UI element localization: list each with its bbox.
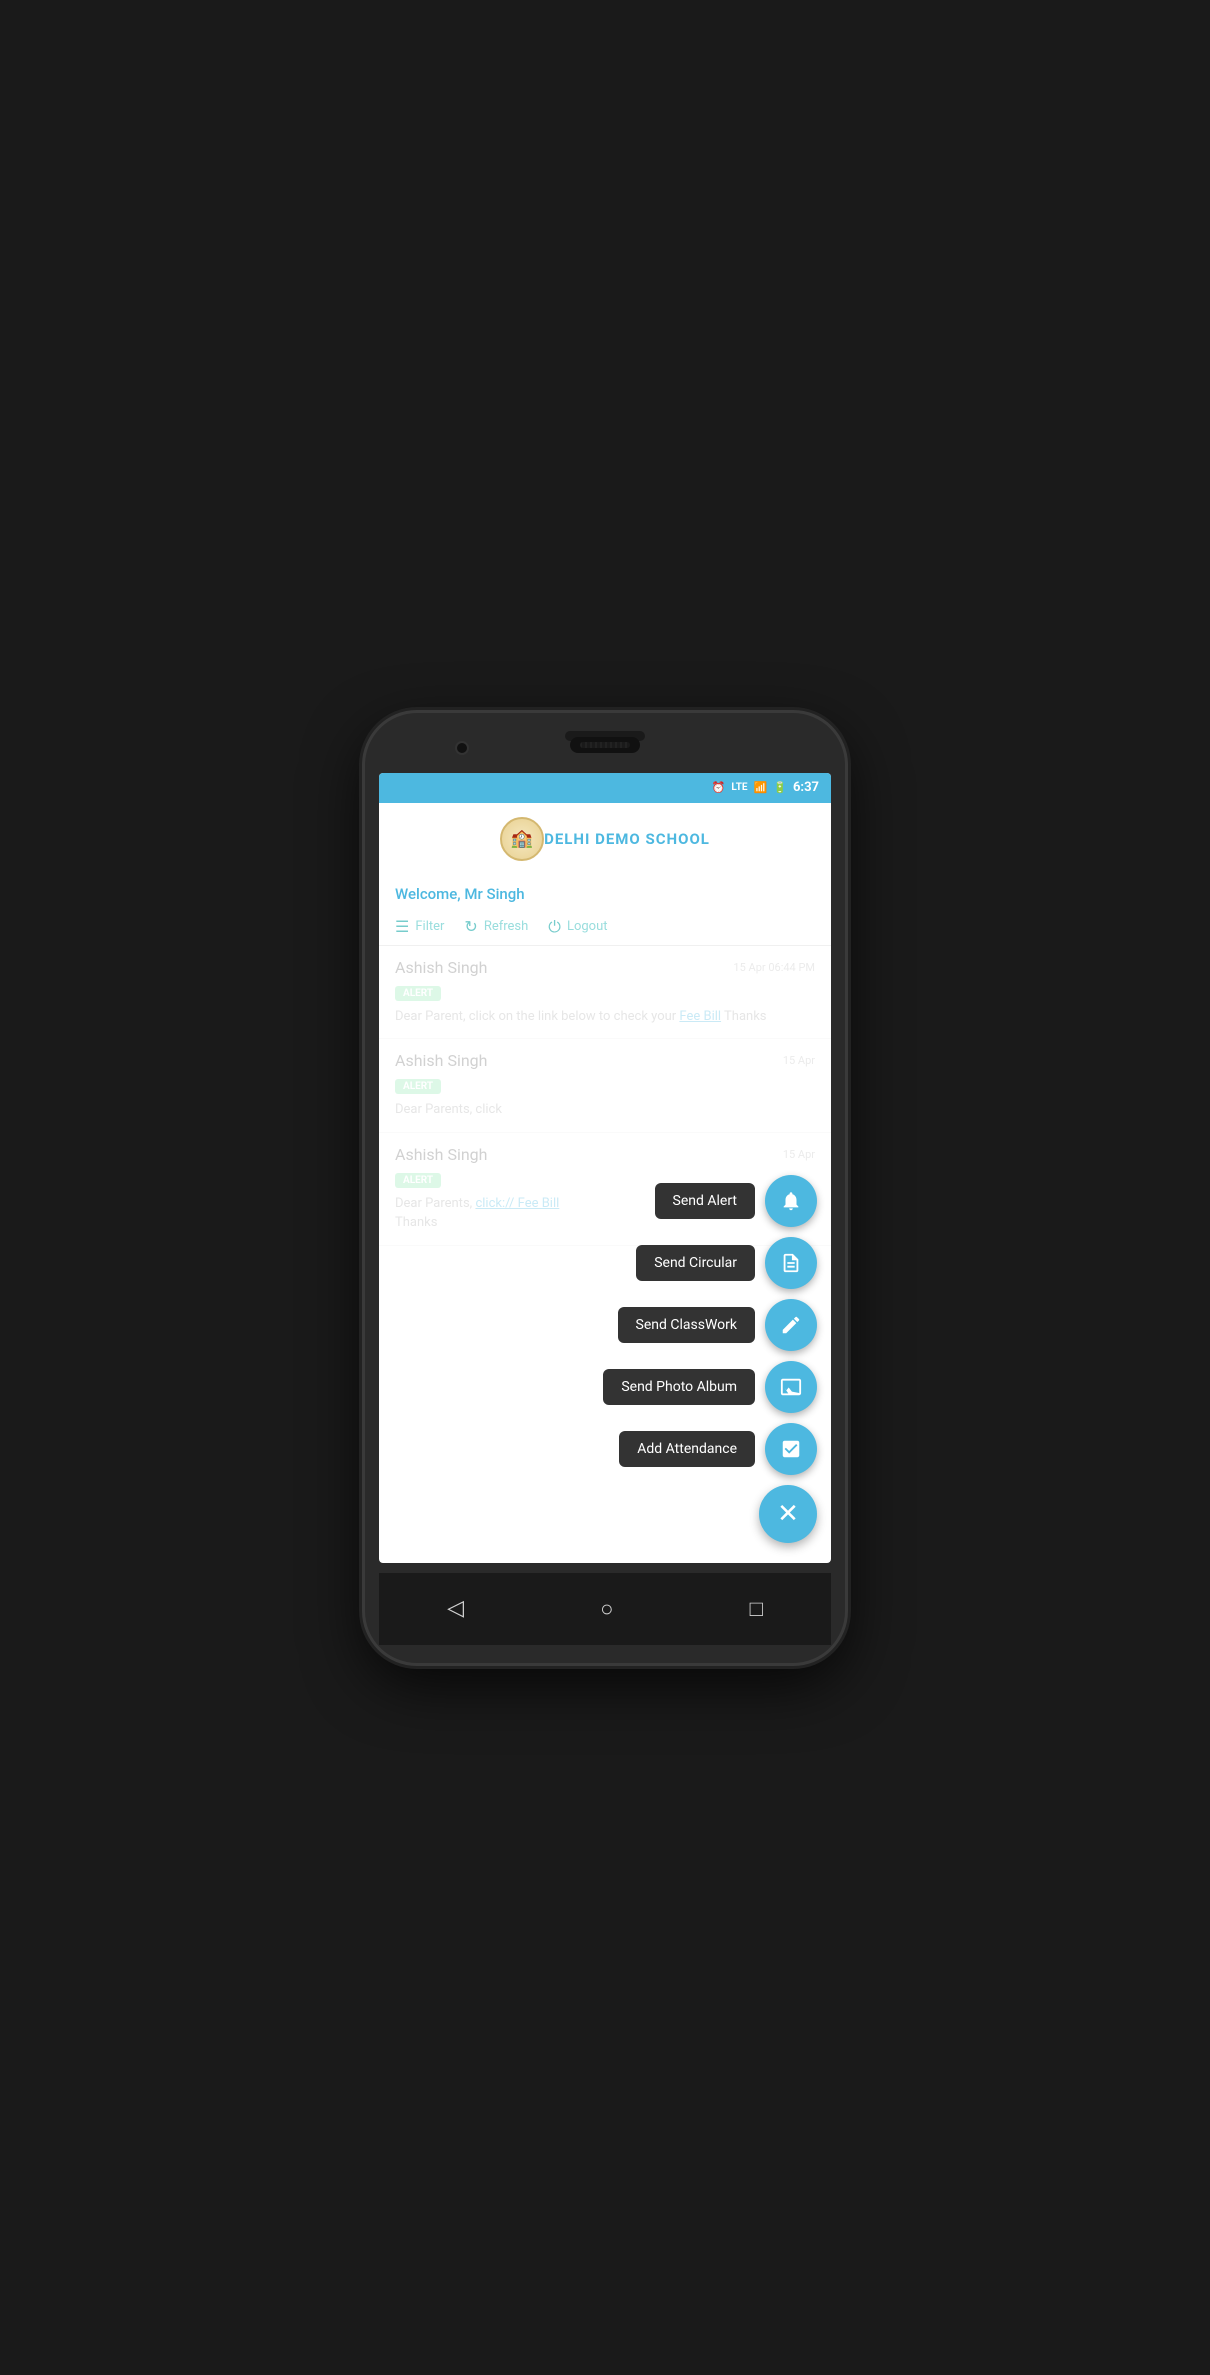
status-time: 6:37 — [793, 780, 819, 795]
recents-button[interactable]: □ — [750, 1596, 763, 1622]
refresh-label: Refresh — [484, 919, 528, 934]
logo-icon: 🏫 — [511, 828, 533, 849]
signal-icon: 📶 — [754, 781, 768, 794]
send-photo-album-button[interactable] — [765, 1361, 817, 1413]
lte-icon: LTE — [731, 782, 747, 793]
camera — [455, 741, 469, 755]
send-classwork-label[interactable]: Send ClassWork — [618, 1307, 755, 1343]
filter-icon: ☰ — [395, 917, 409, 936]
classwork-icon — [780, 1314, 802, 1336]
circular-icon — [780, 1252, 802, 1274]
phone-nav-bar: ◁ ○ □ — [379, 1573, 831, 1645]
phone-screen: ⏰ LTE 📶 🔋 6:37 🏫 DELHI DEMO SCHOOL Welco… — [379, 773, 831, 1563]
send-alert-button[interactable] — [765, 1175, 817, 1227]
bell-icon — [780, 1190, 802, 1212]
logout-button[interactable]: ⏻ Logout — [548, 917, 607, 937]
refresh-icon: ↻ — [464, 917, 477, 936]
filter-label: Filter — [415, 919, 444, 934]
welcome-text: Welcome, Mr Singh — [395, 885, 815, 903]
back-button[interactable]: ◁ — [447, 1596, 464, 1621]
attendance-icon — [780, 1438, 802, 1460]
logout-label: Logout — [567, 919, 608, 934]
send-classwork-item: Send ClassWork — [618, 1299, 817, 1351]
school-logo: 🏫 — [500, 817, 544, 861]
school-name: DELHI DEMO SCHOOL — [544, 830, 710, 848]
filter-button[interactable]: ☰ Filter — [395, 917, 444, 936]
phone-frame: ⏰ LTE 📶 🔋 6:37 🏫 DELHI DEMO SCHOOL Welco… — [365, 713, 845, 1663]
close-icon: ✕ — [777, 1499, 799, 1529]
refresh-button[interactable]: ↻ Refresh — [464, 917, 528, 936]
send-circular-item: Send Circular — [636, 1237, 817, 1289]
speaker — [570, 737, 640, 753]
send-alert-label[interactable]: Send Alert — [655, 1183, 755, 1219]
send-circular-label[interactable]: Send Circular — [636, 1245, 755, 1281]
app-header: 🏫 DELHI DEMO SCHOOL — [379, 803, 831, 875]
add-attendance-button[interactable] — [765, 1423, 817, 1475]
welcome-section: Welcome, Mr Singh — [379, 875, 831, 909]
send-photo-album-item: Send Photo Album — [603, 1361, 817, 1413]
add-attendance-item: Add Attendance — [619, 1423, 817, 1475]
photo-album-icon — [780, 1376, 802, 1398]
fab-container: Send Alert Send Circular Send Clas — [603, 1175, 817, 1543]
home-button[interactable]: ○ — [600, 1596, 613, 1622]
send-circular-button[interactable] — [765, 1237, 817, 1289]
toolbar: ☰ Filter ↻ Refresh ⏻ Logout — [379, 909, 831, 946]
send-alert-item: Send Alert — [655, 1175, 817, 1227]
alarm-icon: ⏰ — [712, 781, 726, 794]
battery-icon: 🔋 — [773, 781, 787, 794]
send-classwork-button[interactable] — [765, 1299, 817, 1351]
add-attendance-label[interactable]: Add Attendance — [619, 1431, 755, 1467]
send-photo-album-label[interactable]: Send Photo Album — [603, 1369, 755, 1405]
status-bar: ⏰ LTE 📶 🔋 6:37 — [379, 773, 831, 803]
logout-icon: ⏻ — [548, 917, 561, 937]
fab-main-button[interactable]: ✕ — [759, 1485, 817, 1543]
